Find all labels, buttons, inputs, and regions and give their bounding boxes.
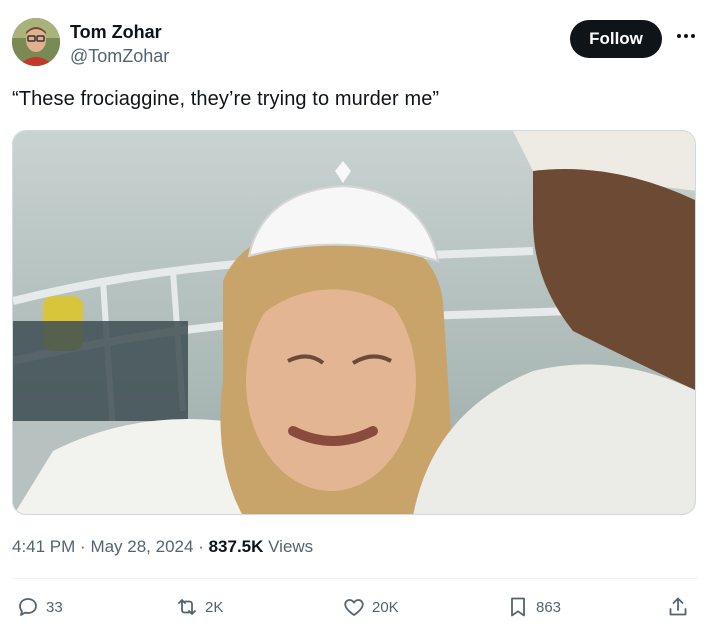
tweet-time[interactable]: 4:41 PM [12,537,75,556]
bookmark-icon [511,597,525,617]
meta-separator: · [198,537,209,556]
follow-button[interactable]: Follow [570,20,662,58]
tweet-media[interactable] [12,130,696,515]
repost-count: 2K [205,598,224,616]
author-handle[interactable]: @TomZohar [70,46,169,67]
reply-button[interactable]: 33 [16,594,63,620]
views-label: Views [268,537,314,556]
bookmark-button[interactable]: 863 [506,594,561,620]
tweet-header: Tom Zohar @TomZohar Follow [12,18,698,74]
share-icon [669,597,687,616]
more-icon [677,34,695,38]
like-button[interactable]: 20K [342,594,399,620]
tweet-date[interactable]: May 28, 2024 [90,537,193,556]
more-options-button[interactable] [674,24,698,48]
avatar-image [12,18,60,66]
meta-separator: · [80,537,91,556]
divider [12,578,698,579]
repost-icon [178,599,196,615]
tweet-text: “These frociaggine, they’re trying to mu… [12,88,440,110]
views-count: 837.5K [208,537,264,556]
like-icon [344,599,364,616]
media-image [13,131,695,514]
share-button[interactable] [666,594,690,620]
author-name[interactable]: Tom Zohar [70,22,162,43]
reply-icon [19,598,37,616]
bookmark-count: 863 [536,598,562,616]
repost-button[interactable]: 2K [175,594,223,620]
avatar[interactable] [12,18,60,66]
tweet-meta: 4:41 PM · May 28, 2024 · 837.5K Views [12,537,313,557]
reply-count: 33 [46,598,63,616]
like-count: 20K [372,598,399,616]
